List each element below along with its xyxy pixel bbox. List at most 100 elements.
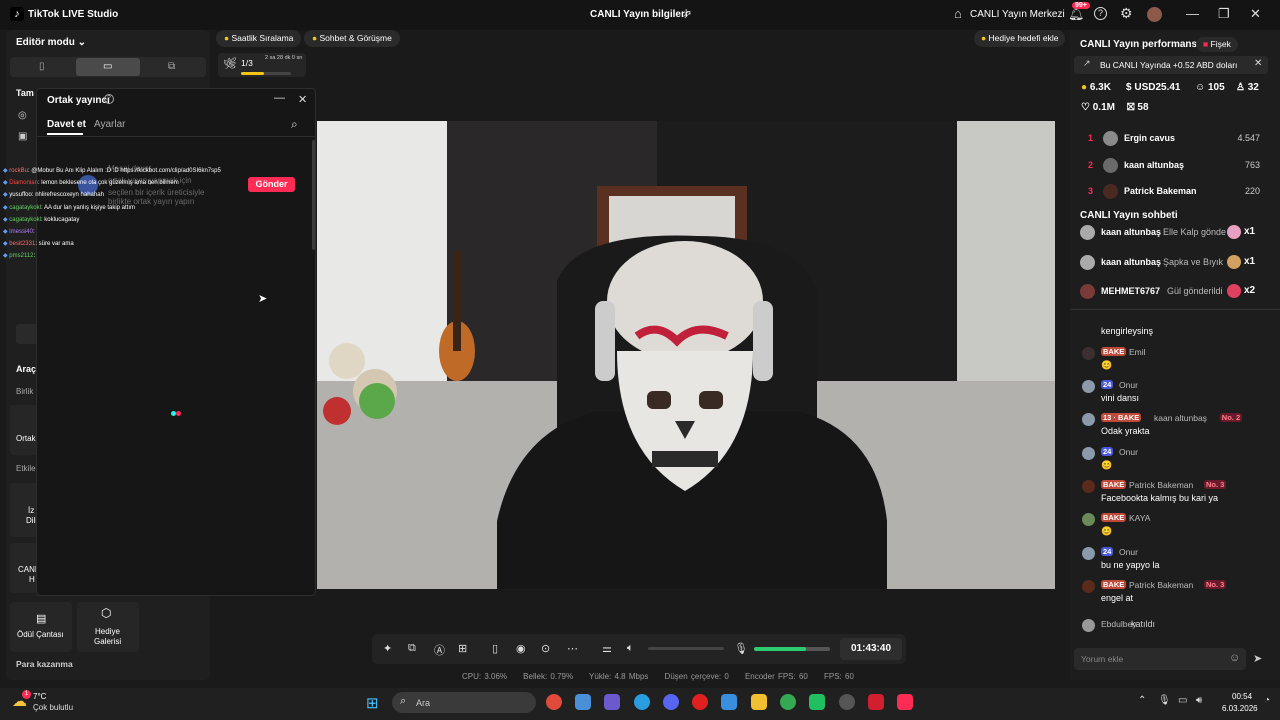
editor-mode-dropdown[interactable]: Editör modu ⌄	[16, 37, 86, 48]
discord-icon[interactable]	[663, 694, 679, 710]
windows-start-icon[interactable]: ⊞	[366, 694, 379, 712]
chat-avatar[interactable]	[1082, 547, 1095, 560]
level-badge: BAKE	[1101, 480, 1127, 489]
panel-close-icon[interactable]: ✕	[298, 93, 307, 106]
emoji-icon[interactable]: ☺	[1229, 652, 1240, 664]
send-invite-button[interactable]: Gönder	[248, 177, 295, 192]
gift-sender-name[interactable]: MEHMET6767	[1101, 286, 1160, 296]
maximize-icon[interactable]: ❐	[1218, 6, 1230, 22]
tray-volume-icon[interactable]: 🔊︎	[1196, 695, 1202, 706]
left-button-stub[interactable]	[16, 324, 38, 344]
chat-avatar[interactable]	[1082, 380, 1095, 393]
store-icon[interactable]	[575, 694, 591, 710]
scene-icon[interactable]: ⧉	[408, 642, 416, 655]
chat-username[interactable]: Emil	[1129, 347, 1146, 357]
live-info-title[interactable]: CANLI Yayın bilgileri	[590, 9, 688, 20]
co-host-help-icon[interactable]: ?	[104, 94, 114, 104]
gift-sender-avatar[interactable]	[1080, 225, 1095, 240]
chat-avatar[interactable]	[1082, 619, 1095, 632]
taskbar-search[interactable]	[392, 692, 536, 713]
tray-mic-icon[interactable]: 🎙︎	[1158, 695, 1171, 706]
microphone-icon[interactable]: 🎙︎	[734, 642, 748, 655]
rank-avatar[interactable]	[1103, 157, 1118, 173]
magic-wand-icon[interactable]: ✦	[383, 642, 392, 655]
share-icon[interactable]: ⇗	[682, 7, 692, 21]
chat-username[interactable]: KAYA	[1129, 513, 1150, 523]
panel-minimize-icon[interactable]: —	[274, 92, 285, 104]
notifications-icon[interactable]: ◔	[1264, 695, 1270, 706]
chat-username[interactable]: Patrick Bakeman	[1129, 480, 1193, 490]
minimize-icon[interactable]: —	[1186, 6, 1199, 21]
send-icon[interactable]: ➤	[1253, 652, 1262, 665]
ortak-tile[interactable]	[10, 405, 38, 455]
firework-chip[interactable]: ■ Fişek	[1196, 37, 1238, 52]
tab-settings[interactable]: Ayarlar	[94, 119, 126, 130]
chat-avatar[interactable]	[1082, 513, 1095, 526]
add-gift-goal-chip[interactable]: ● Hediye hedefi ekle	[974, 30, 1066, 47]
speaker-icon[interactable]: 🔈︎	[627, 642, 634, 655]
opera-icon[interactable]	[692, 694, 708, 710]
reward-bag-tile[interactable]	[10, 602, 72, 652]
teams-icon[interactable]	[604, 694, 620, 710]
app3-icon[interactable]	[868, 694, 884, 710]
search-icon[interactable]: ⌕	[291, 117, 298, 132]
landscape-icon[interactable]: ▭	[103, 61, 112, 72]
gift-sender-name[interactable]: kaan altunbaş	[1101, 257, 1161, 267]
gift-sender-name[interactable]: kaan altunbaş	[1101, 227, 1161, 237]
chat-avatar[interactable]	[1082, 580, 1095, 593]
gift-sender-avatar[interactable]	[1080, 254, 1095, 270]
chat-username[interactable]: Patrick Bakeman	[1129, 580, 1193, 590]
tiktok-live-taskbar-icon[interactable]	[897, 694, 913, 710]
rotate-icon[interactable]: ⧉	[168, 61, 175, 72]
live-center-link[interactable]: CANLI Yayın Merkezi	[970, 9, 1065, 20]
app-icon[interactable]	[809, 694, 825, 710]
chat-avatar[interactable]	[1082, 447, 1095, 460]
chat-avatar[interactable]	[1082, 480, 1095, 493]
tray-chevron-icon[interactable]: ⌃	[1138, 695, 1146, 706]
edge-icon[interactable]	[634, 694, 650, 710]
clock-time[interactable]: 00:54	[1232, 692, 1252, 701]
mixer-icon[interactable]: ⚌	[602, 642, 612, 655]
chat-username[interactable]: kaan altunbaş	[1154, 413, 1207, 423]
app2-icon[interactable]	[839, 694, 855, 710]
record-icon[interactable]: ◉	[516, 642, 526, 655]
more-icon[interactable]: ⋯	[567, 642, 578, 655]
phone-icon[interactable]: ▯	[492, 642, 498, 655]
tab-invite[interactable]: Davet et	[47, 119, 86, 130]
chat-username[interactable]: Onur	[1119, 547, 1138, 557]
gift-sender-avatar[interactable]	[1080, 284, 1095, 299]
close-banner-icon[interactable]: ✕	[1254, 58, 1262, 69]
overlay-chat-user: yusuffoo	[9, 192, 32, 199]
screenshot-icon[interactable]: ⊙	[541, 642, 550, 655]
scrollbar[interactable]	[312, 140, 315, 250]
chat-avatar[interactable]	[1082, 413, 1095, 426]
hourly-ranking-chip[interactable]: ● Saatlik Sıralama	[216, 30, 302, 47]
chat-avatar[interactable]	[1082, 347, 1095, 360]
chat-username[interactable]: Onur	[1119, 447, 1138, 457]
clock-date[interactable]: 6.03.2026	[1222, 704, 1258, 713]
rank-avatar[interactable]	[1103, 184, 1118, 199]
speaker-volume-slider[interactable]	[648, 647, 724, 650]
chrome-alt-icon[interactable]	[780, 694, 796, 710]
chat-username[interactable]: Onur	[1119, 380, 1138, 390]
camera-icon[interactable]: ◎	[18, 110, 27, 121]
ai-icon[interactable]: Ⓐ	[434, 642, 445, 658]
rank-name[interactable]: kaan altunbaş	[1124, 160, 1184, 170]
mic-source-icon[interactable]: ▣	[18, 131, 27, 142]
dollar-icon: $	[1126, 82, 1132, 93]
screen-add-icon[interactable]: ⊞	[458, 642, 467, 655]
tray-display-icon[interactable]: ▭	[1178, 695, 1187, 706]
chrome-icon[interactable]	[546, 694, 562, 710]
mail-icon[interactable]	[721, 694, 737, 710]
user-avatar[interactable]	[1147, 7, 1162, 22]
rank-avatar[interactable]	[1103, 131, 1118, 146]
portrait-icon[interactable]: ▯	[39, 61, 45, 72]
help-icon[interactable]: ?	[1094, 7, 1107, 20]
chat-call-chip[interactable]: ● Sohbet & Görüşme	[304, 30, 400, 47]
close-icon[interactable]: ✕	[1250, 6, 1261, 22]
home-icon[interactable]: ⌂	[954, 6, 962, 21]
explorer-icon[interactable]	[751, 694, 767, 710]
rank-name[interactable]: Patrick Bakeman	[1124, 186, 1197, 196]
settings-gear-icon[interactable]: ⚙	[1120, 5, 1133, 22]
rank-name[interactable]: Ergin cavus	[1124, 133, 1175, 143]
